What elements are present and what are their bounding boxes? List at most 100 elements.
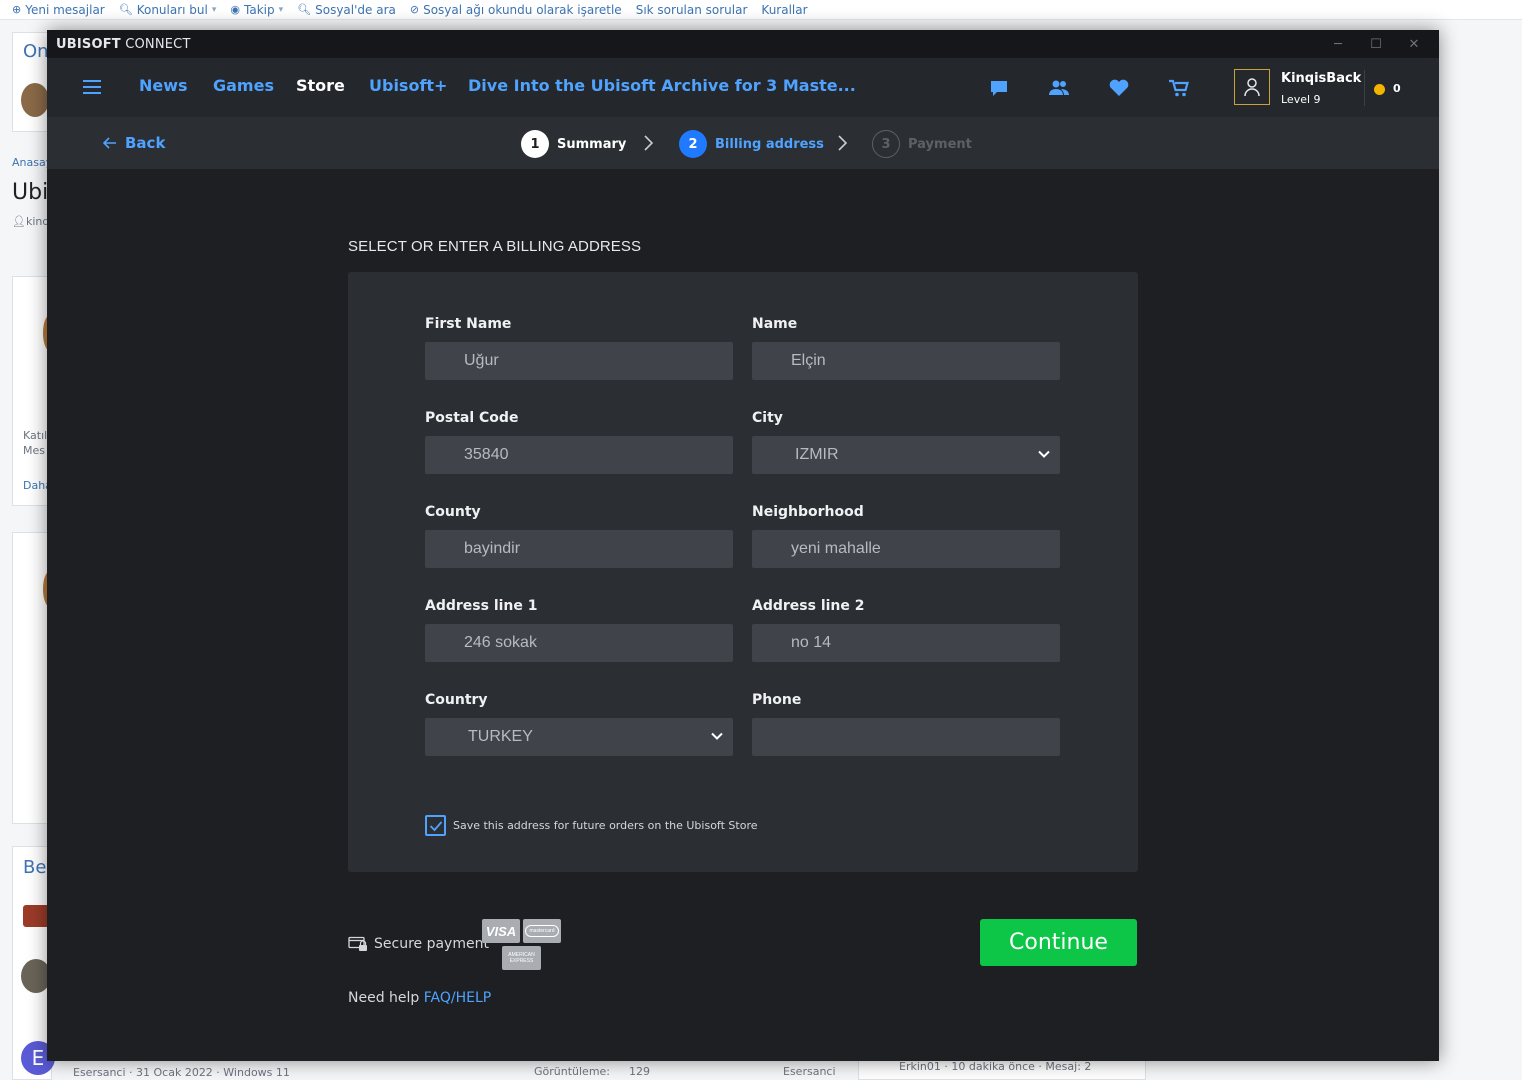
- step-billing-address[interactable]: 2 Billing address: [679, 130, 824, 158]
- forum-nav-watched[interactable]: ◉ Takip ▾: [230, 3, 283, 17]
- thread-author[interactable]: 👤︎kinq: [12, 215, 49, 228]
- mastercard-logo: mastercard: [523, 919, 561, 943]
- country-label: Country: [425, 692, 488, 708]
- help-text: Need help FAQ/HELP: [348, 990, 492, 1006]
- address-line-1-label: Address line 1: [425, 598, 538, 614]
- address-line-1-field[interactable]: [425, 624, 733, 662]
- forum-nav-new-posts[interactable]: ⊕ Yeni mesajlar: [12, 3, 105, 17]
- units-coin-icon: [1374, 84, 1385, 95]
- chevron-right-icon: [838, 135, 848, 151]
- chevron-down-icon: [711, 732, 723, 740]
- step-number: 1: [521, 130, 549, 158]
- faq-help-link[interactable]: FAQ/HELP: [424, 990, 491, 1006]
- user-icon: 👤︎: [12, 215, 26, 228]
- chevron-down-icon: [1038, 450, 1050, 458]
- nav-promo[interactable]: Dive Into the Ubisoft Archive for 3 Mast…: [468, 76, 856, 95]
- nav-divider: [1364, 70, 1365, 106]
- continue-button[interactable]: Continue: [980, 919, 1137, 966]
- eye-slash-icon: ⊘: [409, 3, 420, 16]
- visa-logo: VISA: [482, 919, 520, 943]
- search-plus-icon: ⊕: [12, 3, 22, 16]
- checkmark-icon: [429, 820, 442, 831]
- address-line-2-field[interactable]: [752, 624, 1060, 662]
- city-select-value: IZMIR: [795, 446, 839, 463]
- search-icon: 🔍︎: [118, 3, 133, 16]
- secure-payment: Secure payment: [348, 936, 489, 952]
- footer-latest-card: Erkin01 · 10 dakika önce · Mesaj: 2: [858, 1058, 1146, 1080]
- title-bar: UBISOFT CONNECT ─ ☐ ✕: [47, 30, 1439, 58]
- first-name-field[interactable]: [425, 342, 733, 380]
- step-label: Payment: [908, 136, 972, 152]
- step-label: Billing address: [715, 136, 824, 152]
- minimize-icon[interactable]: ─: [1319, 30, 1357, 58]
- top-navigation: News Games Store Ubisoft+ Dive Into the …: [47, 58, 1439, 117]
- window-controls: ─ ☐ ✕: [1319, 30, 1433, 58]
- step-number: 2: [679, 130, 707, 158]
- country-select[interactable]: TURKEY: [425, 718, 733, 756]
- nav-ubisoft-plus[interactable]: Ubisoft+: [369, 76, 447, 95]
- forum-nav-find-threads[interactable]: 🔍︎ Konuları bul ▾: [119, 3, 217, 17]
- units-count[interactable]: 0: [1393, 82, 1401, 95]
- secure-card-lock-icon: [348, 936, 367, 951]
- online-heading: On: [23, 41, 49, 62]
- back-button[interactable]: Back: [103, 134, 165, 152]
- forum-nav-search-social[interactable]: 🔍︎ Sosyal'de ara: [297, 3, 396, 17]
- footer-user[interactable]: Esersanci: [783, 1065, 836, 1078]
- arrow-left-icon: [103, 137, 116, 149]
- city-select[interactable]: IZMIR: [752, 436, 1060, 474]
- forum-nav-mark-read[interactable]: ⊘ Sosyal ağı okundu olarak işaretle: [410, 3, 622, 17]
- maximize-icon[interactable]: ☐: [1357, 30, 1395, 58]
- postal-code-label: Postal Code: [425, 410, 519, 426]
- nav-games[interactable]: Games: [213, 76, 274, 95]
- save-address-label[interactable]: Save this address for future orders on t…: [453, 819, 758, 832]
- footer-thread-meta: Esersanci · 31 Ocak 2022 · Windows 11: [73, 1066, 290, 1079]
- amex-logo: AMERICAN EXPRESS: [502, 946, 541, 970]
- county-label: County: [425, 504, 481, 520]
- post-author-card-2: [12, 532, 57, 824]
- forum-nav-rules[interactable]: Kurallar: [761, 3, 807, 17]
- county-field[interactable]: [425, 530, 733, 568]
- footer-views-value: 129: [629, 1065, 650, 1078]
- profile-avatar-button[interactable]: [1234, 69, 1270, 105]
- checkout-stepper: Back 1 Summary 2 Billing address 3 Payme…: [47, 117, 1439, 169]
- forum-topbar: ⊕ Yeni mesajlar 🔍︎ Konuları bul ▾ ◉ Takip ▾ 🔍…: [0, 0, 1522, 20]
- first-name-label: First Name: [425, 316, 512, 332]
- neighborhood-field[interactable]: [752, 530, 1060, 568]
- user-level: Level 9: [1281, 93, 1321, 106]
- close-icon[interactable]: ✕: [1395, 30, 1433, 58]
- step-summary[interactable]: 1 Summary: [521, 130, 626, 158]
- post-author-card: Katıl Mes Daha: [12, 276, 57, 506]
- ubisoft-connect-window: UBISOFT CONNECT ─ ☐ ✕ News Games Store U…: [47, 30, 1439, 1061]
- user-icon: [1244, 78, 1260, 97]
- eye-icon: ◉: [230, 3, 240, 16]
- step-number: 3: [872, 130, 900, 158]
- forum-online-card: On: [12, 32, 52, 132]
- friends-icon[interactable]: [1048, 78, 1070, 98]
- billing-heading: SELECT OR ENTER A BILLING ADDRESS: [348, 238, 642, 255]
- save-address-checkbox[interactable]: [425, 815, 446, 836]
- address-line-2-label: Address line 2: [752, 598, 865, 614]
- name-label: Name: [752, 316, 798, 332]
- forum-nav-faq[interactable]: Sık sorulan sorular: [636, 3, 748, 17]
- username[interactable]: KinqisBack: [1281, 71, 1361, 86]
- name-field[interactable]: [752, 342, 1060, 380]
- similar-threads-card: Ber E: [12, 846, 55, 1080]
- step-label: Summary: [557, 136, 627, 152]
- nav-store[interactable]: Store: [296, 76, 345, 95]
- neighborhood-label: Neighborhood: [752, 504, 864, 520]
- country-select-value: TURKEY: [468, 728, 533, 745]
- step-payment: 3 Payment: [872, 130, 972, 158]
- cart-icon[interactable]: [1168, 78, 1190, 98]
- phone-field[interactable]: [752, 718, 1060, 756]
- thread-title: Ubi: [12, 180, 49, 205]
- chat-icon[interactable]: [988, 78, 1010, 98]
- wishlist-heart-icon[interactable]: [1108, 78, 1130, 98]
- search-icon: 🔍︎: [297, 3, 312, 16]
- billing-form: First Name Name Postal Code City IZMIR C…: [348, 272, 1138, 872]
- chevron-right-icon: [644, 135, 654, 151]
- postal-code-field[interactable]: [425, 436, 733, 474]
- caret-down-icon: ▾: [211, 4, 217, 15]
- nav-news[interactable]: News: [139, 76, 188, 95]
- avatar[interactable]: [21, 83, 49, 117]
- menu-icon[interactable]: [83, 79, 101, 95]
